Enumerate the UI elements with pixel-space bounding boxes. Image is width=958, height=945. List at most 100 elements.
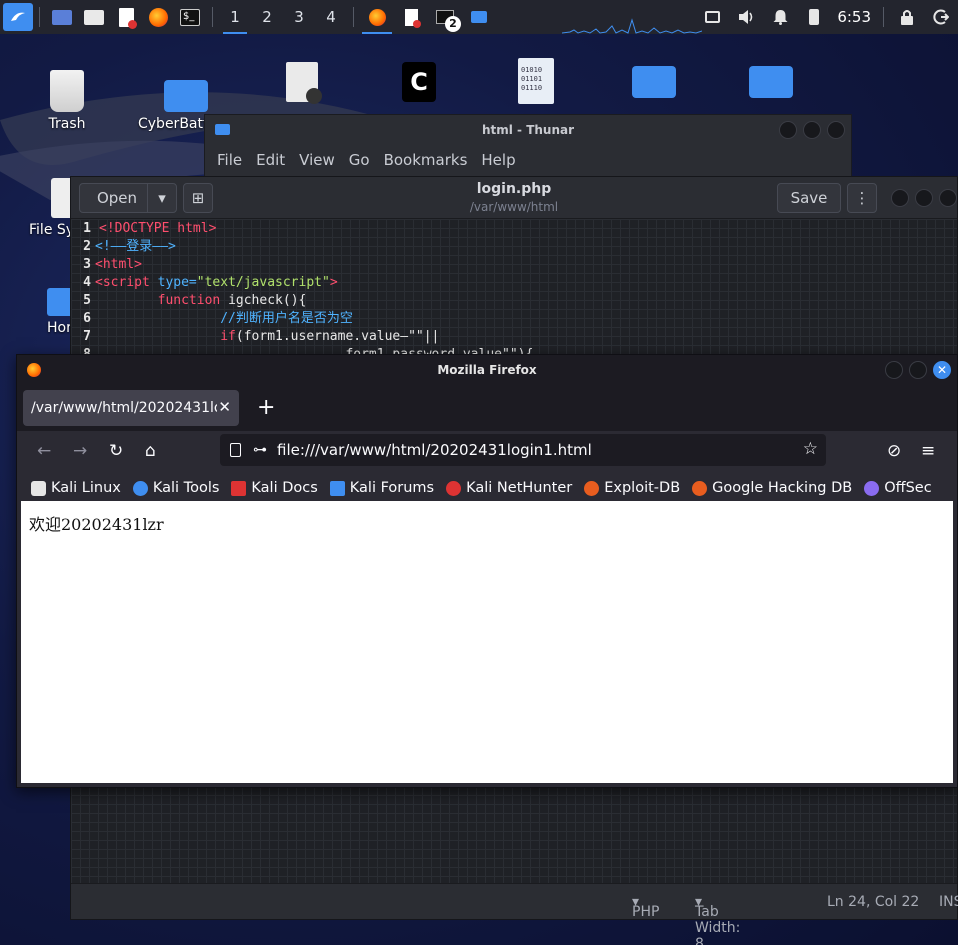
folder-icon[interactable] [632, 66, 676, 98]
locked-document-icon[interactable] [286, 62, 322, 104]
firefox-titlebar[interactable]: Mozilla Firefox ✕ [17, 355, 957, 385]
c-app-icon[interactable]: C [402, 62, 436, 102]
code-line: 5 function igcheck(){ [83, 293, 307, 308]
offsec-icon [864, 480, 880, 496]
minimize-button[interactable] [885, 361, 903, 379]
workspace-1[interactable]: 1 [219, 0, 251, 34]
taskbar-firefox-icon[interactable] [360, 0, 394, 34]
kali-forums-icon [329, 480, 345, 496]
volume-icon[interactable] [729, 0, 763, 34]
panel-clock[interactable]: 6:53 [831, 8, 877, 26]
reload-icon[interactable]: ↻ [109, 441, 123, 461]
close-button[interactable] [939, 189, 957, 207]
display-icon[interactable] [695, 0, 729, 34]
menu-help[interactable]: Help [481, 151, 515, 169]
desktop-icon-label: File Sy [29, 222, 75, 238]
thunar-titlebar[interactable]: html - Thunar [205, 115, 851, 145]
workspace-2[interactable]: 2 [251, 0, 283, 34]
minimize-button[interactable] [779, 121, 797, 139]
tab-width-selector[interactable]: Tab Width: 8 ▾ [695, 894, 740, 945]
desktop-icon-label: Trash [48, 116, 86, 132]
workspace-4[interactable]: 4 [315, 0, 347, 34]
menu-view[interactable]: View [299, 151, 335, 169]
bookmark-kali-docs[interactable]: Kali Docs [231, 480, 318, 496]
firefox-icon[interactable] [142, 0, 174, 34]
new-tab-icon[interactable]: + [257, 395, 275, 420]
lock-screen-icon[interactable] [890, 0, 924, 34]
taskbar-folder-icon[interactable] [462, 0, 496, 34]
back-icon[interactable]: ← [37, 441, 51, 461]
panel-separator [353, 7, 354, 27]
taskbar-editor-icon[interactable] [394, 0, 428, 34]
text-editor-icon[interactable] [110, 0, 142, 34]
desktop-icon-trash[interactable]: Trash [19, 60, 115, 132]
bookmark-kali-linux[interactable]: Kali Linux [31, 480, 121, 496]
kali-dragon-icon [31, 480, 46, 496]
ghdb-icon [692, 480, 708, 496]
window-title: Mozilla Firefox [437, 363, 537, 377]
kali-tools-icon [132, 480, 148, 496]
battery-icon[interactable] [797, 0, 831, 34]
key-icon[interactable]: ⊶ [253, 442, 267, 458]
maximize-button[interactable] [909, 361, 927, 379]
menu-go[interactable]: Go [349, 151, 370, 169]
trash-icon [19, 60, 115, 112]
menu-file[interactable]: File [217, 151, 242, 169]
hamburger-menu-icon[interactable]: ⋮ [847, 183, 877, 213]
file-manager-icon[interactable] [78, 0, 110, 34]
navigation-toolbar: ← → ↻ ⌂ ⊶ file:///var/www/html/20202431l… [17, 431, 957, 471]
minimize-button[interactable] [891, 189, 909, 207]
show-desktop-icon[interactable] [46, 0, 78, 34]
desktop-icon-filesystem[interactable]: File Sy [19, 166, 75, 238]
bookmark-kali-forums[interactable]: Kali Forums [329, 480, 434, 496]
system-tray: 6:53 [695, 0, 958, 34]
firefox-icon [27, 363, 41, 377]
terminal-icon[interactable]: $_ [174, 0, 206, 34]
bookmark-google-hacking-db[interactable]: Google Hacking DB [692, 480, 852, 496]
browser-tab[interactable]: /var/www/html/20202431login1.html ✕ [23, 390, 239, 426]
panel-separator [883, 7, 884, 27]
close-button[interactable] [827, 121, 845, 139]
kali-menu-icon[interactable] [3, 3, 33, 31]
editor-headerbar[interactable]: Open ▾ ⊞ login.php /var/www/html Save ⋮ [71, 177, 957, 219]
thunar-window: html - Thunar File Edit View Go Bookmark… [204, 114, 852, 184]
taskbar-terminal-group-icon[interactable]: 2 [428, 0, 462, 34]
close-button[interactable]: ✕ [933, 361, 951, 379]
code-line: 4 <script type= "text/javascript" > [83, 275, 338, 290]
app-menu-icon[interactable]: ≡ [921, 441, 935, 461]
close-tab-icon[interactable]: ✕ [218, 398, 231, 416]
nethunter-icon [446, 480, 462, 496]
maximize-button[interactable] [915, 189, 933, 207]
maximize-button[interactable] [803, 121, 821, 139]
insert-mode: INS [939, 894, 958, 910]
bookmark-kali-tools[interactable]: Kali Tools [132, 480, 219, 496]
forward-icon[interactable]: → [73, 441, 87, 461]
page-info-icon[interactable] [230, 443, 241, 457]
bookmark-offsec[interactable]: OffSec [864, 480, 932, 496]
binary-file-icon[interactable]: 01010 01101 01110 [518, 58, 554, 104]
code-line: 6 //判断用户名是否为空 [83, 311, 353, 326]
url-bar[interactable]: ⊶ file:///var/www/html/20202431login1.ht… [220, 434, 826, 466]
panel-separator [39, 7, 40, 27]
code-line: 1 <!DOCTYPE html> [83, 221, 217, 236]
menu-bookmarks[interactable]: Bookmarks [384, 151, 468, 169]
notifications-icon[interactable] [763, 0, 797, 34]
panel-separator [212, 7, 213, 27]
bookmark-kali-nethunter[interactable]: Kali NetHunter [446, 480, 572, 496]
editor-statusbar: PHP ▾ Tab Width: 8 ▾ Ln 24, Col 22 INS [71, 883, 958, 945]
bookmark-star-icon[interactable]: ☆ [803, 439, 818, 459]
menu-edit[interactable]: Edit [256, 151, 285, 169]
home-icon[interactable]: ⌂ [145, 441, 156, 461]
desktop-icon-home[interactable]: Hor [19, 276, 75, 336]
firefox-window: Mozilla Firefox ✕ /var/www/html/20202431… [16, 354, 958, 788]
language-selector[interactable]: PHP ▾ [632, 894, 659, 920]
workspace-3[interactable]: 3 [283, 0, 315, 34]
bookmark-exploit-db[interactable]: Exploit-DB [584, 480, 680, 496]
pocket-icon[interactable]: ⊘ [887, 441, 901, 461]
folder-icon [138, 60, 216, 112]
logout-icon[interactable] [924, 0, 958, 34]
tab-strip: /var/www/html/20202431login1.html ✕ + [17, 385, 957, 431]
folder-icon[interactable] [749, 66, 793, 98]
exploit-db-icon [584, 480, 600, 496]
save-button[interactable]: Save [777, 183, 841, 213]
